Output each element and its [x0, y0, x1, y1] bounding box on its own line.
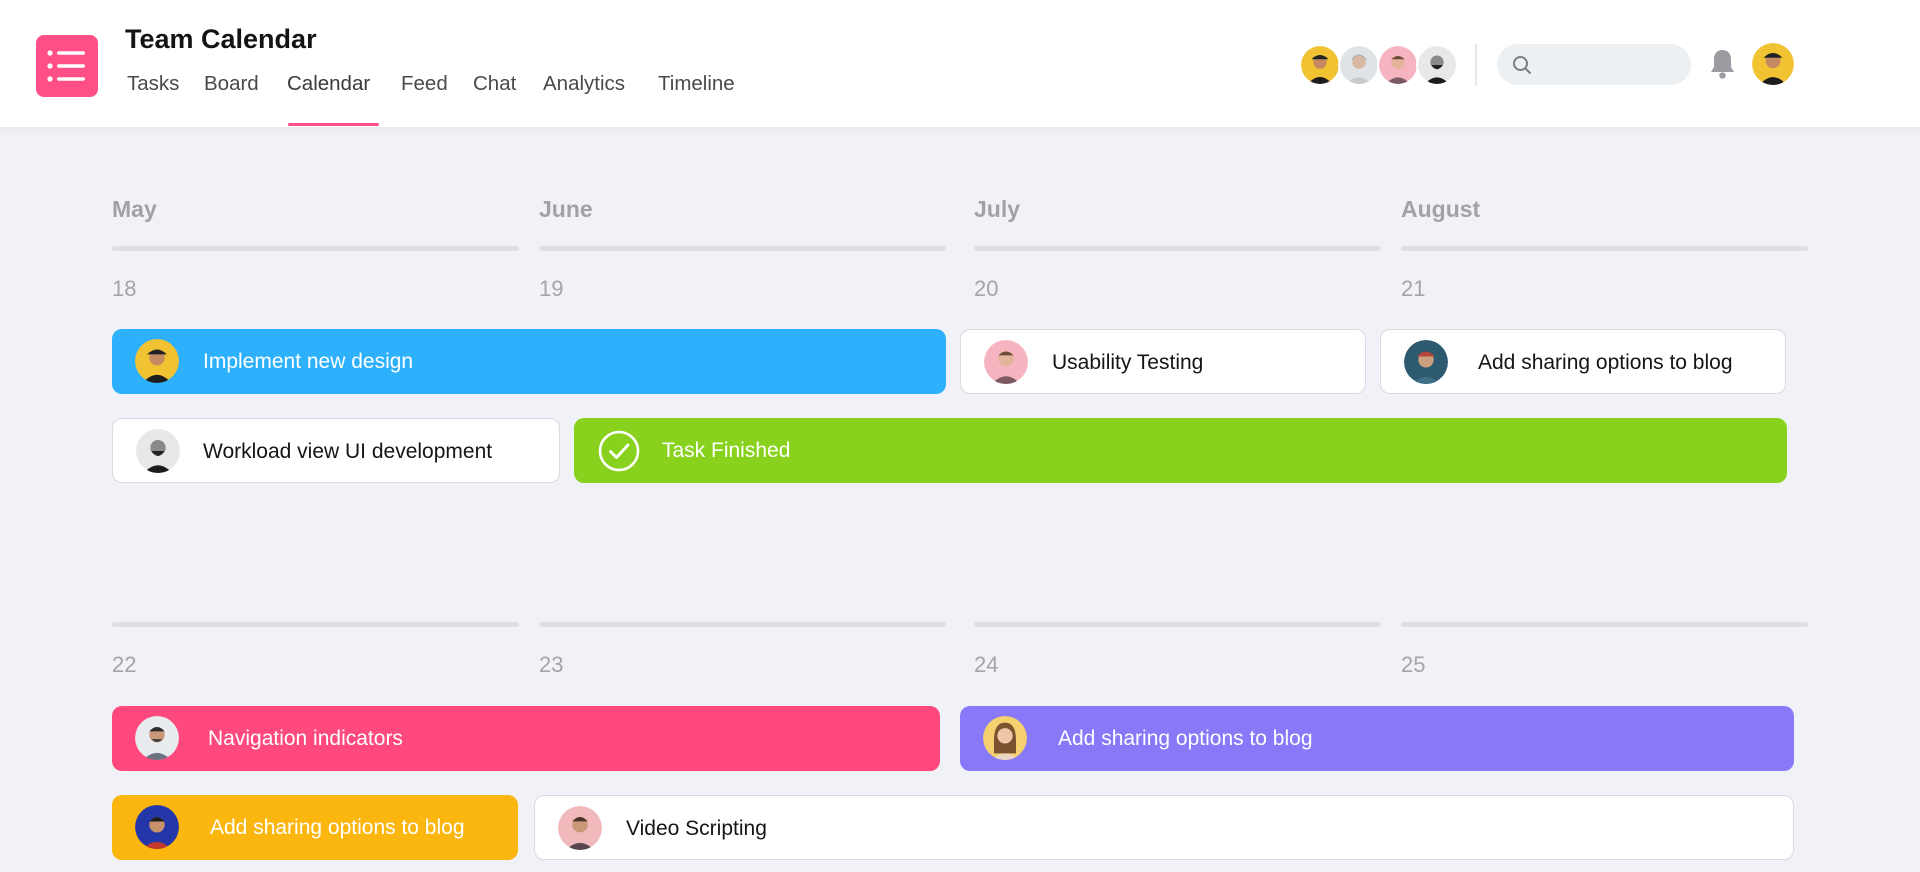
header-divider	[1475, 44, 1477, 86]
day-number: 25	[1401, 652, 1426, 677]
day-divider	[1401, 246, 1808, 251]
team-members	[1299, 44, 1459, 86]
task-card[interactable]: Add sharing options to blog	[1380, 329, 1786, 394]
month-label: July	[974, 196, 1021, 222]
task-card[interactable]: Video Scripting	[534, 795, 1794, 860]
active-tab-indicator	[288, 123, 379, 126]
day-divider	[974, 246, 1381, 251]
assignee-avatar	[135, 805, 179, 849]
task-title: Video Scripting	[626, 817, 767, 840]
month-label: June	[539, 196, 593, 222]
tab-feed[interactable]: Feed	[401, 72, 448, 96]
top-header: Team Calendar Tasks Board Calendar Feed …	[0, 0, 1920, 127]
task-card[interactable]: Add sharing options to blog	[112, 795, 518, 860]
task-title: Task Finished	[662, 439, 791, 462]
day-divider	[112, 622, 519, 627]
team-avatar[interactable]	[1299, 44, 1341, 86]
task-title: Usability Testing	[1052, 351, 1204, 374]
assignee-avatar	[983, 716, 1027, 760]
task-title: Workload view UI development	[203, 440, 493, 463]
day-number: 18	[112, 276, 137, 301]
menu-button[interactable]	[36, 35, 98, 97]
tab-calendar[interactable]: Calendar	[287, 72, 370, 96]
day-divider	[112, 246, 519, 251]
assignee-avatar	[558, 806, 602, 850]
task-title: Add sharing options to blog	[1058, 727, 1313, 750]
day-divider	[539, 622, 946, 627]
check-circle-icon	[598, 430, 640, 472]
day-divider	[1401, 622, 1808, 627]
tab-analytics[interactable]: Analytics	[543, 72, 625, 96]
search-input[interactable]	[1543, 44, 1685, 87]
team-avatar[interactable]	[1416, 44, 1458, 86]
day-number: 23	[539, 652, 564, 677]
task-title: Implement new design	[203, 350, 414, 373]
task-card[interactable]: Navigation indicators	[112, 706, 940, 771]
day-number: 22	[112, 652, 137, 677]
page-title: Team Calendar	[125, 24, 317, 54]
day-number: 20	[974, 276, 999, 301]
assignee-avatar	[136, 429, 180, 473]
task-title: Add sharing options to blog	[1478, 351, 1733, 374]
task-card[interactable]: Usability Testing	[960, 329, 1366, 394]
task-card[interactable]: Implement new design	[112, 329, 946, 394]
tab-tasks[interactable]: Tasks	[127, 72, 179, 96]
month-label: May	[112, 196, 157, 222]
list-menu-icon	[47, 50, 85, 82]
day-number: 21	[1401, 276, 1426, 301]
task-title: Add sharing options to blog	[210, 816, 465, 839]
task-title: Navigation indicators	[208, 727, 403, 750]
bell-icon[interactable]	[1709, 48, 1736, 80]
tab-chat[interactable]: Chat	[473, 72, 516, 96]
task-card[interactable]: Workload view UI development	[112, 418, 560, 483]
tab-board[interactable]: Board	[204, 72, 259, 96]
team-avatar[interactable]	[1338, 44, 1380, 86]
month-label: August	[1401, 196, 1481, 222]
day-number: 24	[974, 652, 999, 677]
team-avatar[interactable]	[1377, 44, 1419, 86]
assignee-avatar	[135, 716, 179, 760]
assignee-avatar	[1404, 340, 1448, 384]
task-card[interactable]: Add sharing options to blog	[960, 706, 1794, 771]
search-icon	[1513, 56, 1531, 74]
search-box[interactable]	[1497, 44, 1691, 87]
assignee-avatar	[135, 339, 179, 383]
day-number: 19	[539, 276, 564, 301]
tab-timeline[interactable]: Timeline	[658, 72, 735, 96]
day-divider	[974, 622, 1381, 627]
user-avatar[interactable]	[1752, 43, 1794, 85]
assignee-avatar	[984, 340, 1028, 384]
day-divider	[539, 246, 946, 251]
task-card[interactable]: Task Finished	[574, 418, 1787, 483]
